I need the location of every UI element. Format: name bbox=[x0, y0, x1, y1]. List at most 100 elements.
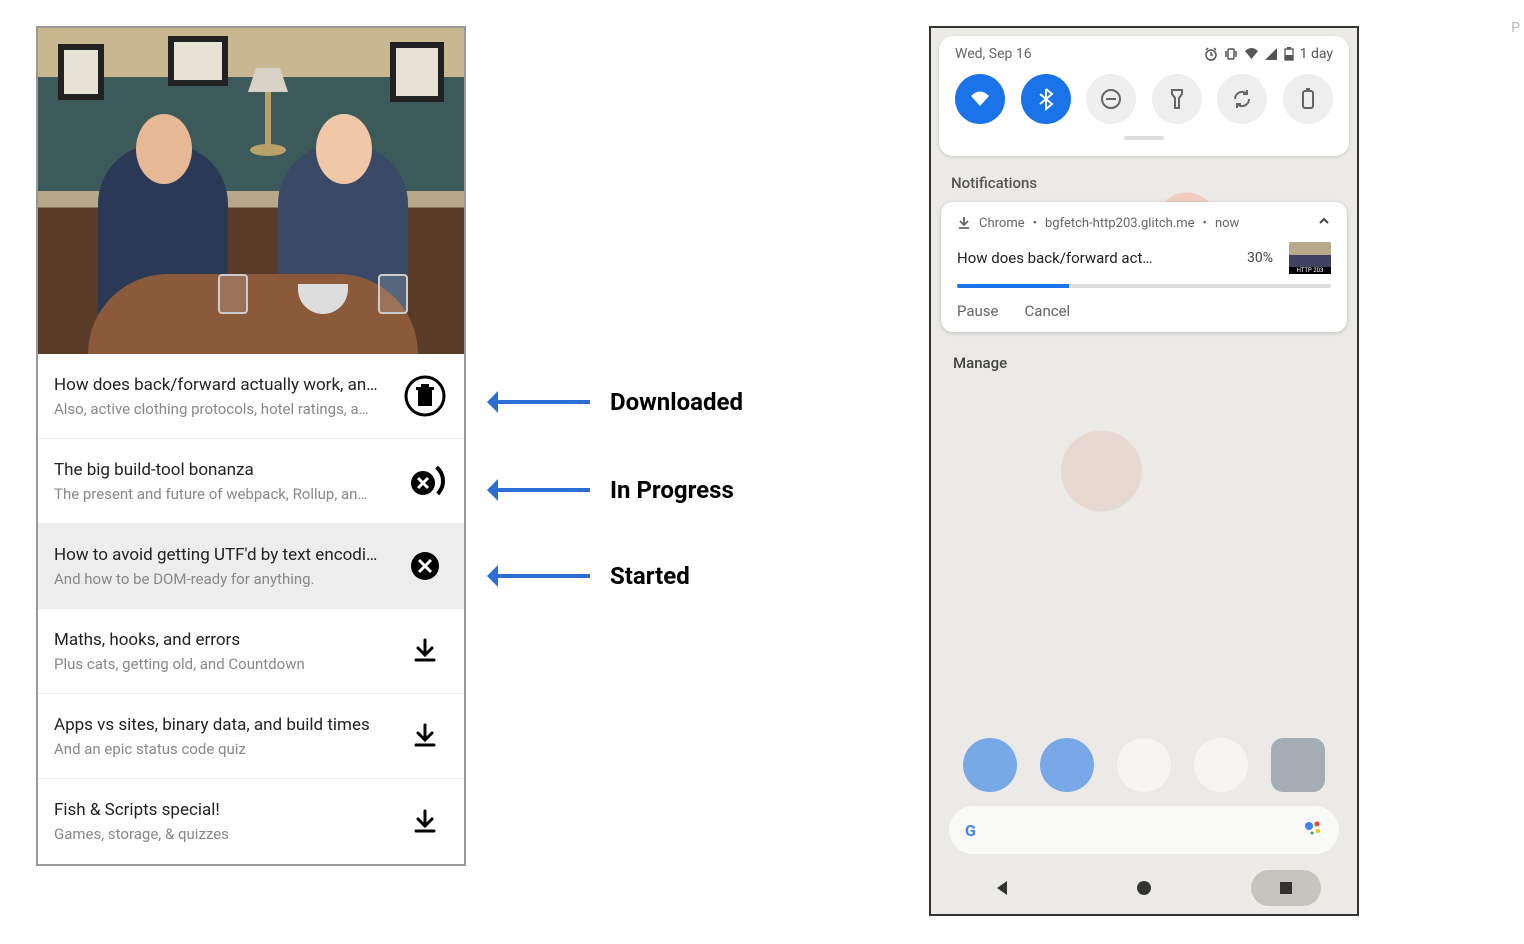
picture-frame bbox=[390, 42, 444, 102]
notification-app: Chrome bbox=[979, 216, 1025, 231]
progress-cancel-icon bbox=[404, 460, 446, 502]
cancel-download-button[interactable] bbox=[402, 460, 448, 502]
picture-frame bbox=[168, 36, 228, 86]
android-notification-phone: Wed, Sep 16 1 day Notifications Chrome bbox=[929, 26, 1359, 916]
episode-row[interactable]: Maths, hooks, and errors Plus cats, gett… bbox=[38, 609, 464, 694]
vibrate-icon bbox=[1224, 47, 1238, 61]
picture-frame bbox=[58, 44, 104, 100]
annotation-label: Downloaded bbox=[610, 388, 743, 416]
episode-subtitle: Also, active clothing protocols, hotel r… bbox=[54, 400, 392, 418]
episode-list: How does back/forward actually work, an…… bbox=[38, 354, 464, 864]
delete-button[interactable] bbox=[402, 375, 448, 417]
overview-button[interactable] bbox=[1251, 870, 1321, 906]
episode-row[interactable]: How to avoid getting UTF'd by text encod… bbox=[38, 524, 464, 609]
notification-percent: 30% bbox=[1247, 250, 1273, 266]
back-icon bbox=[993, 879, 1011, 897]
table bbox=[88, 274, 418, 354]
battery-text: 1 day bbox=[1300, 46, 1333, 62]
episode-row[interactable]: Apps vs sites, binary data, and build ti… bbox=[38, 694, 464, 779]
status-date: Wed, Sep 16 bbox=[955, 46, 1032, 62]
notification-title: How does back/forward act… bbox=[957, 249, 1237, 267]
glass-icon bbox=[378, 274, 408, 314]
home-button[interactable] bbox=[1109, 870, 1179, 906]
arrow-icon bbox=[490, 574, 590, 578]
chevron-up-icon bbox=[1317, 214, 1331, 228]
status-icons: 1 day bbox=[1204, 46, 1333, 62]
notification-thumbnail bbox=[1289, 242, 1331, 274]
assistant-icon bbox=[1303, 818, 1323, 842]
cancel-download-button[interactable] bbox=[402, 551, 448, 581]
back-button[interactable] bbox=[967, 870, 1037, 906]
download-icon bbox=[412, 723, 438, 749]
bluetooth-icon bbox=[1036, 87, 1056, 111]
flashlight-toggle[interactable] bbox=[1152, 74, 1202, 124]
wifi-toggle[interactable] bbox=[955, 74, 1005, 124]
pause-button[interactable]: Pause bbox=[957, 302, 999, 320]
dnd-toggle[interactable] bbox=[1086, 74, 1136, 124]
episode-subtitle: The present and future of webpack, Rollu… bbox=[54, 485, 392, 503]
chrome-app-icon[interactable] bbox=[1194, 738, 1248, 792]
phone-app-icon[interactable] bbox=[963, 738, 1017, 792]
overview-icon bbox=[1278, 880, 1294, 896]
arrow-icon bbox=[490, 400, 590, 404]
progress-bar bbox=[957, 284, 1331, 288]
annotation-label: In Progress bbox=[610, 476, 734, 504]
app-dock bbox=[931, 738, 1357, 792]
download-icon bbox=[957, 216, 971, 230]
episode-subtitle: And how to be DOM-ready for anything. bbox=[54, 570, 392, 588]
episode-subtitle: And an epic status code quiz bbox=[54, 740, 392, 758]
download-icon bbox=[412, 809, 438, 835]
episode-row[interactable]: The big build-tool bonanza The present a… bbox=[38, 439, 464, 524]
rotate-icon bbox=[1230, 87, 1254, 111]
drag-handle[interactable] bbox=[1124, 136, 1164, 140]
progress-fill bbox=[957, 284, 1069, 288]
episode-title: The big build-tool bonanza bbox=[54, 460, 392, 480]
battery-saver-toggle[interactable] bbox=[1283, 74, 1333, 124]
annotation-downloaded: Downloaded bbox=[490, 388, 743, 416]
podcast-app-phone: How does back/forward actually work, an…… bbox=[36, 26, 466, 866]
wifi-icon bbox=[1244, 47, 1259, 61]
crop-mark: P bbox=[1511, 20, 1520, 36]
battery-icon bbox=[1300, 87, 1316, 111]
annotation-label: Started bbox=[610, 562, 690, 590]
cancel-button[interactable]: Cancel bbox=[1025, 302, 1071, 320]
episode-title: How does back/forward actually work, an… bbox=[54, 375, 392, 395]
episode-title: Maths, hooks, and errors bbox=[54, 630, 392, 650]
hero-image bbox=[38, 28, 464, 354]
cancel-icon bbox=[410, 551, 440, 581]
episode-title: Fish & Scripts special! bbox=[54, 800, 392, 820]
episode-title: How to avoid getting UTF'd by text encod… bbox=[54, 545, 392, 565]
messages-app-icon[interactable] bbox=[1040, 738, 1094, 792]
lamp-icon bbox=[238, 68, 298, 162]
collapse-button[interactable] bbox=[1317, 214, 1331, 232]
notification-source: bgfetch-http203.glitch.me bbox=[1045, 216, 1195, 231]
episode-title: Apps vs sites, binary data, and build ti… bbox=[54, 715, 392, 735]
episode-row[interactable]: How does back/forward actually work, an…… bbox=[38, 354, 464, 439]
play-store-icon[interactable] bbox=[1117, 738, 1171, 792]
android-nav-bar bbox=[931, 862, 1357, 914]
episode-row[interactable]: Fish & Scripts special! Games, storage, … bbox=[38, 779, 464, 864]
google-g-icon: G bbox=[965, 821, 976, 840]
signal-icon bbox=[1265, 47, 1278, 61]
glass-icon bbox=[218, 274, 248, 314]
bluetooth-toggle[interactable] bbox=[1021, 74, 1071, 124]
notification-time: now bbox=[1215, 216, 1239, 231]
quick-settings-panel: Wed, Sep 16 1 day bbox=[939, 36, 1349, 156]
google-search-bar[interactable]: G bbox=[949, 806, 1339, 854]
download-notification[interactable]: Chrome • bgfetch-http203.glitch.me • now… bbox=[941, 202, 1347, 332]
notification-meta: Chrome • bgfetch-http203.glitch.me • now bbox=[957, 214, 1331, 232]
annotation-in-progress: In Progress bbox=[490, 476, 734, 504]
rotate-toggle[interactable] bbox=[1217, 74, 1267, 124]
flashlight-icon bbox=[1168, 87, 1186, 111]
episode-subtitle: Plus cats, getting old, and Countdown bbox=[54, 655, 392, 673]
download-button[interactable] bbox=[402, 638, 448, 664]
download-button[interactable] bbox=[402, 809, 448, 835]
alarm-icon bbox=[1204, 47, 1218, 61]
download-button[interactable] bbox=[402, 723, 448, 749]
arrow-icon bbox=[490, 488, 590, 492]
manage-button[interactable]: Manage bbox=[931, 332, 1357, 394]
annotation-started: Started bbox=[490, 562, 690, 590]
download-icon bbox=[412, 638, 438, 664]
dnd-icon bbox=[1099, 87, 1123, 111]
camera-app-icon[interactable] bbox=[1271, 738, 1325, 792]
